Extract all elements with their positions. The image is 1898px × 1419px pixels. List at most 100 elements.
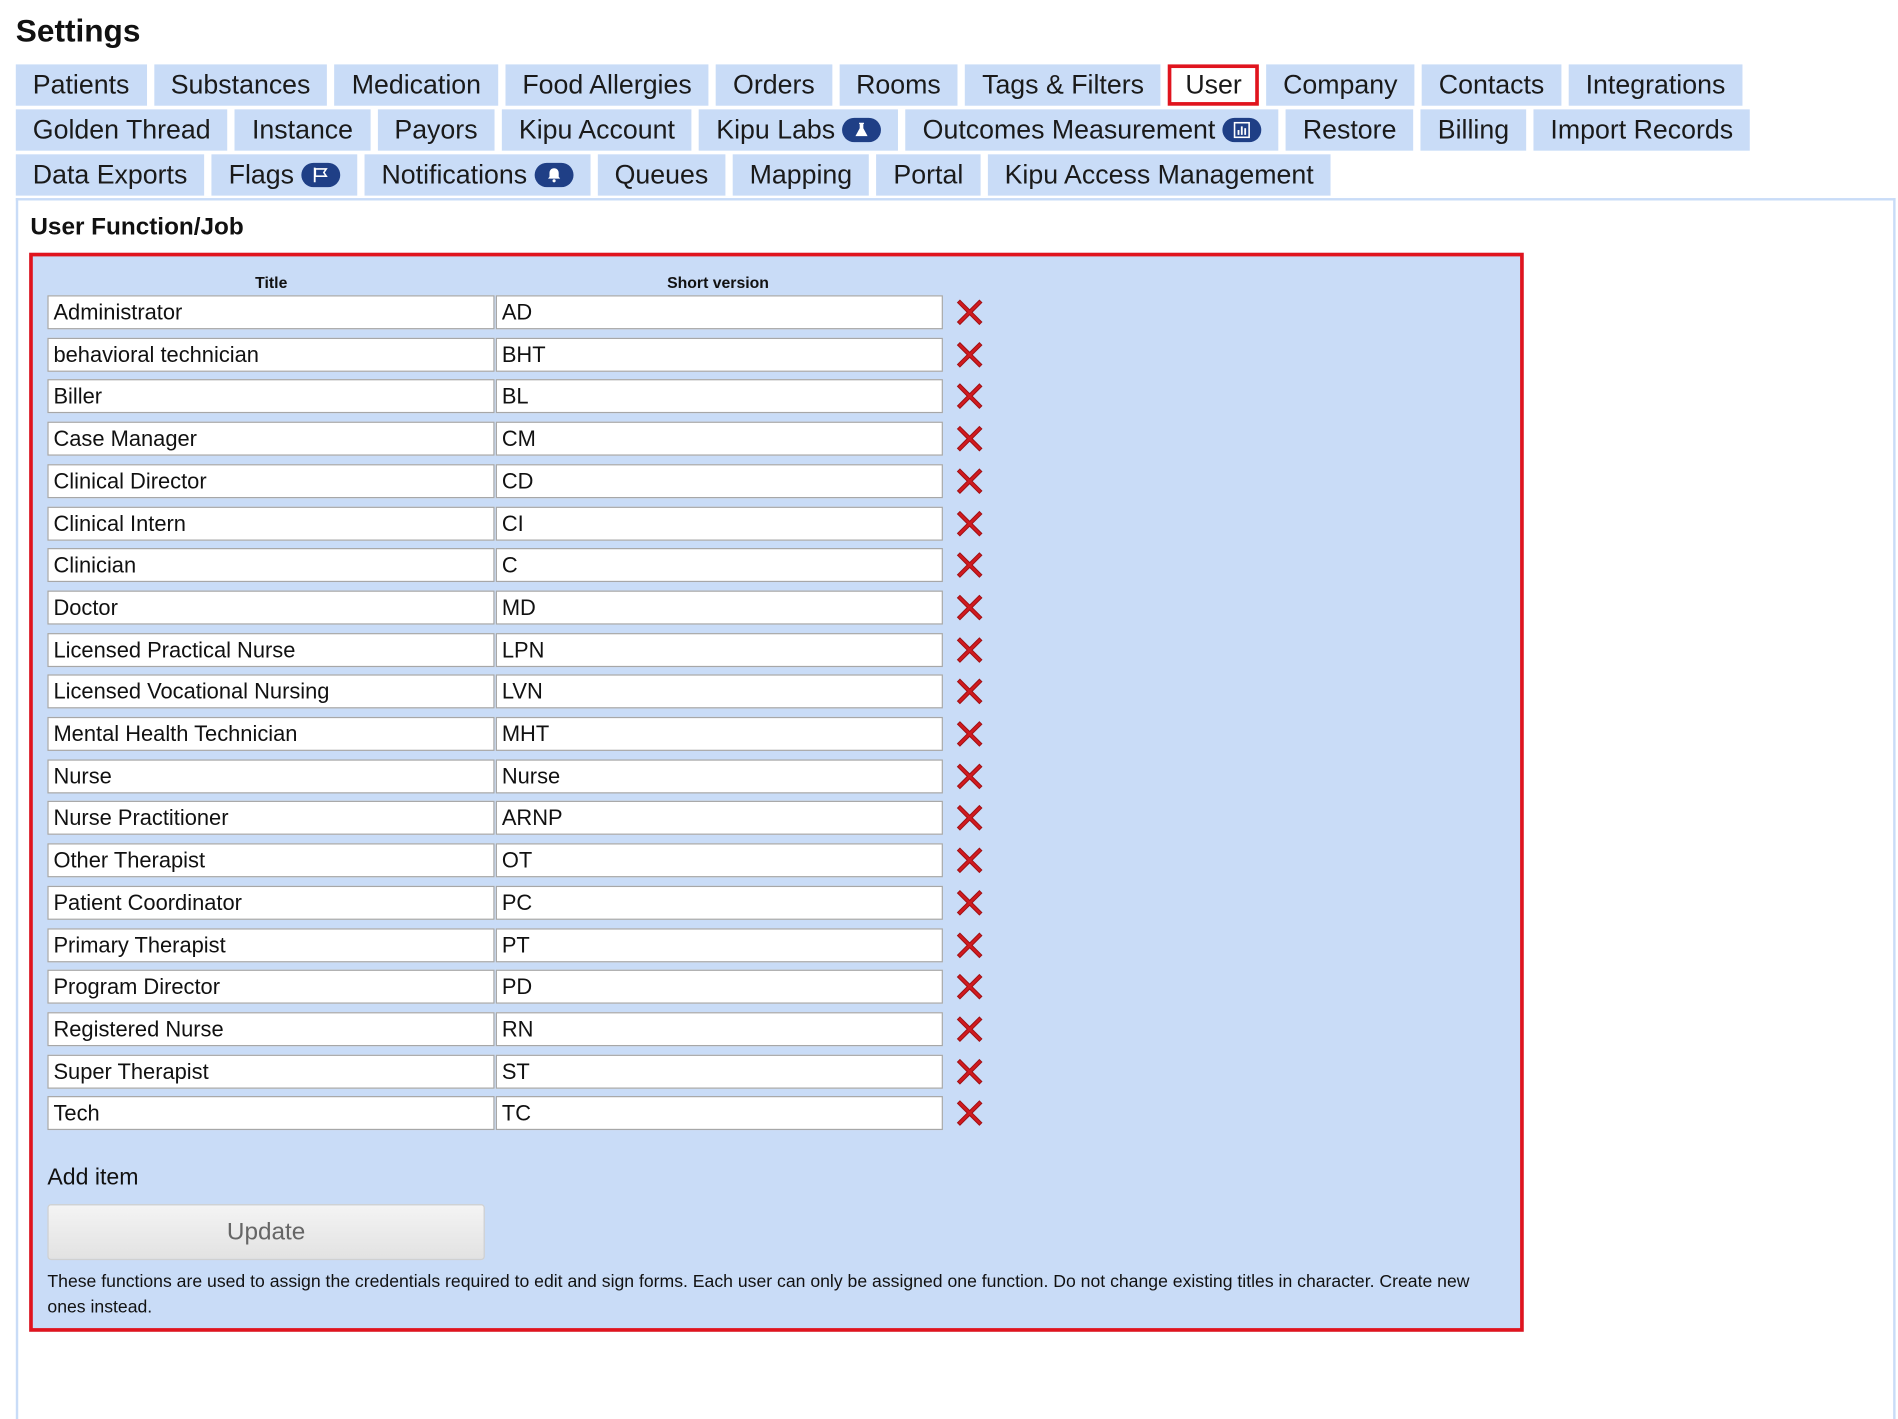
title-input[interactable]: Doctor [47,590,495,625]
tab-substances[interactable]: Substances [153,64,328,106]
tab-flags[interactable]: Flags [211,154,358,196]
tab-label: Payors [394,114,478,145]
short-version-input[interactable]: LPN [495,632,943,667]
tab-contacts[interactable]: Contacts [1421,64,1562,106]
title-input[interactable]: Nurse Practitioner [47,801,495,836]
tab-golden-thread[interactable]: Golden Thread [15,109,228,151]
short-version-input[interactable]: CI [495,506,943,541]
delete-x-icon[interactable] [953,422,987,456]
title-input[interactable]: Mental Health Technician [47,716,495,751]
short-version-input[interactable]: AD [495,295,943,330]
short-version-input[interactable]: OT [495,843,943,878]
delete-x-icon[interactable] [953,1096,987,1130]
tab-label: Restore [1302,114,1397,145]
delete-x-icon[interactable] [953,1054,987,1088]
delete-x-icon[interactable] [953,590,987,624]
delete-x-icon[interactable] [953,928,987,962]
delete-x-icon[interactable] [953,886,987,920]
delete-x-icon[interactable] [953,380,987,414]
tab-notifications[interactable]: Notifications [364,154,591,196]
delete-x-icon[interactable] [953,337,987,371]
section-title: User Function/Job [30,213,244,241]
short-version-input[interactable]: MD [495,590,943,625]
table-row: Clinical Intern CI [47,506,987,541]
tab-billing[interactable]: Billing [1420,109,1527,151]
delete-x-icon[interactable] [953,295,987,329]
delete-x-icon[interactable] [953,506,987,540]
short-version-input[interactable]: BHT [495,337,943,372]
delete-x-icon[interactable] [953,801,987,835]
tab-integrations[interactable]: Integrations [1568,64,1743,106]
title-input[interactable]: Tech [47,1096,495,1131]
short-version-input[interactable]: PT [495,927,943,962]
title-input[interactable]: Registered Nurse [47,1012,495,1047]
tab-payors[interactable]: Payors [377,109,495,151]
tab-kipu-account[interactable]: Kipu Account [501,109,692,151]
title-input[interactable]: Nurse [47,759,495,794]
title-input[interactable]: Program Director [47,969,495,1004]
title-input[interactable]: Administrator [47,295,495,330]
short-version-input[interactable]: PC [495,885,943,920]
short-version-input[interactable]: TC [495,1096,943,1131]
delete-x-icon[interactable] [953,843,987,877]
title-input[interactable]: Licensed Vocational Nursing [47,674,495,709]
tab-queues[interactable]: Queues [597,154,726,196]
add-item-link[interactable]: Add item [47,1165,138,1192]
title-input[interactable]: Licensed Practical Nurse [47,632,495,667]
tab-import-records[interactable]: Import Records [1533,109,1751,151]
tab-outcomes-measurement[interactable]: Outcomes Measurement [905,109,1279,151]
tab-kipu-access-management[interactable]: Kipu Access Management [987,154,1331,196]
tab-food-allergies[interactable]: Food Allergies [505,64,709,106]
short-version-input[interactable]: PD [495,969,943,1004]
tab-company[interactable]: Company [1266,64,1415,106]
short-version-input[interactable]: LVN [495,674,943,709]
title-input[interactable]: Patient Coordinator [47,885,495,920]
settings-tabs: Patients Substances Medication Food Allergi… [15,64,1790,199]
title-input[interactable]: Primary Therapist [47,927,495,962]
title-input[interactable]: Biller [47,379,495,414]
short-version-input[interactable]: ARNP [495,801,943,836]
tab-medication[interactable]: Medication [334,64,499,106]
tab-orders[interactable]: Orders [716,64,832,106]
column-header-title: Title [255,273,288,292]
title-input[interactable]: behavioral technician [47,337,495,372]
tab-portal[interactable]: Portal [876,154,981,196]
short-version-input[interactable]: C [495,548,943,583]
title-input[interactable]: Other Therapist [47,843,495,878]
delete-x-icon[interactable] [953,759,987,793]
tab-data-exports[interactable]: Data Exports [15,154,205,196]
title-input[interactable]: Clinical Director [47,463,495,498]
delete-x-icon[interactable] [953,1012,987,1046]
short-version-input[interactable]: Nurse [495,759,943,794]
title-input[interactable]: Case Manager [47,421,495,456]
title-input[interactable]: Clinician [47,548,495,583]
delete-x-icon[interactable] [953,464,987,498]
tab-restore[interactable]: Restore [1285,109,1414,151]
short-version-input[interactable]: CD [495,463,943,498]
tab-rooms[interactable]: Rooms [839,64,958,106]
tab-tags-filters[interactable]: Tags & Filters [965,64,1162,106]
short-version-input[interactable]: CM [495,421,943,456]
delete-x-icon[interactable] [953,970,987,1004]
delete-x-icon[interactable] [953,717,987,751]
tab-instance[interactable]: Instance [234,109,371,151]
tab-kipu-labs[interactable]: Kipu Labs [699,109,899,151]
tab-label: Flags [228,159,295,190]
update-button[interactable]: Update [47,1204,485,1261]
title-input[interactable]: Super Therapist [47,1054,495,1089]
tab-user[interactable]: User [1168,64,1259,106]
short-version-input[interactable]: MHT [495,716,943,751]
delete-x-icon[interactable] [953,548,987,582]
settings-page: Settings Patients Substances Medication Foo… [0,0,1898,1419]
tab-patients[interactable]: Patients [15,64,147,106]
tab-label: Substances [170,69,311,100]
short-version-input[interactable]: RN [495,1012,943,1047]
short-version-input[interactable]: BL [495,379,943,414]
column-header-short-version: Short version [667,273,769,292]
tab-mapping[interactable]: Mapping [732,154,870,196]
delete-x-icon[interactable] [953,675,987,709]
delete-x-icon[interactable] [953,633,987,667]
tab-label: Outcomes Measurement [922,114,1216,145]
short-version-input[interactable]: ST [495,1054,943,1089]
title-input[interactable]: Clinical Intern [47,506,495,541]
